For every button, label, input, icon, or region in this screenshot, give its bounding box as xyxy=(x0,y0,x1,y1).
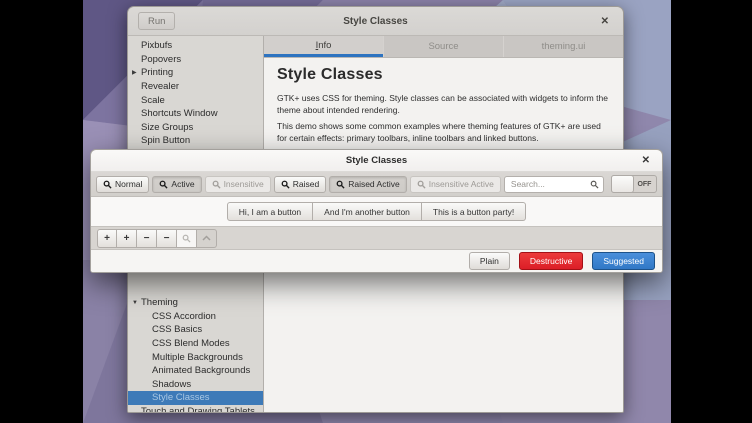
insensitive-button: Insensitive xyxy=(205,176,271,193)
run-button-label: Run xyxy=(148,16,165,27)
dialog-title: Style Classes xyxy=(91,155,662,166)
sidebar-top-group: Pixbufs Popovers ▶Printing Revealer Scal… xyxy=(128,36,263,148)
sidebar-item-shadows[interactable]: Shadows xyxy=(128,378,263,392)
raised-active-button[interactable]: Raised Active xyxy=(329,176,407,193)
tab-info[interactable]: Info xyxy=(264,36,383,57)
sidebar-bottom-group: ▼Theming CSS Accordion CSS Basics CSS Bl… xyxy=(128,296,263,413)
style-classes-dialog: Style Classes ✕ Normal Active Insensitiv… xyxy=(90,149,663,273)
inline-toolbar: + + − − xyxy=(91,226,662,250)
close-icon[interactable]: ✕ xyxy=(639,154,653,167)
add-button[interactable]: + xyxy=(117,229,137,248)
remove-button[interactable]: − xyxy=(137,229,157,248)
expander-icon[interactable]: ▼ xyxy=(132,300,138,306)
sidebar-item-style-classes[interactable]: Style Classes xyxy=(128,391,263,405)
off-switch[interactable]: OFF xyxy=(611,175,657,193)
sidebar-item-touch-and-drawing-tablets[interactable]: Touch and Drawing Tablets xyxy=(128,405,263,413)
sidebar-item-multiple-backgrounds[interactable]: Multiple Backgrounds xyxy=(128,350,263,364)
normal-button[interactable]: Normal xyxy=(96,176,149,193)
search-entry[interactable] xyxy=(504,176,604,193)
sidebar-item-css-accordion[interactable]: CSS Accordion xyxy=(128,310,263,324)
destructive-button[interactable]: Destructive xyxy=(519,252,584,270)
and-im-another-button[interactable]: And I'm another button xyxy=(313,202,422,221)
sidebar-item-css-blend-modes[interactable]: CSS Blend Modes xyxy=(128,337,263,351)
search-icon xyxy=(103,180,112,189)
raised-button[interactable]: Raised xyxy=(274,176,326,193)
sidebar-item-theming[interactable]: ▼Theming xyxy=(128,296,263,310)
suggested-button[interactable]: Suggested xyxy=(592,252,655,270)
active-button[interactable]: Active xyxy=(152,176,201,193)
search-icon xyxy=(212,180,221,189)
switch-off-label: OFF xyxy=(633,176,656,192)
chevron-up-button xyxy=(197,229,217,248)
tab-source[interactable]: Source xyxy=(383,36,503,57)
sidebar-item-css-basics[interactable]: CSS Basics xyxy=(128,323,263,337)
primary-toolbar: Normal Active Insensitive Raised Raised … xyxy=(91,172,662,197)
sidebar-item-scale[interactable]: Scale xyxy=(128,93,263,107)
insensitive-active-button: Insensitive Active xyxy=(410,176,501,193)
search-input[interactable] xyxy=(511,179,590,189)
run-button[interactable]: Run xyxy=(138,12,175,30)
dialog-headerbar: Style Classes ✕ xyxy=(91,150,662,172)
sidebar-item-revealer[interactable]: Revealer xyxy=(128,80,263,94)
info-paragraph-2: This demo shows some common examples whe… xyxy=(277,121,610,144)
sidebar-item-animated-backgrounds[interactable]: Animated Backgrounds xyxy=(128,364,263,378)
info-content: Style Classes GTK+ uses CSS for theming.… xyxy=(264,58,623,157)
search-icon xyxy=(590,180,599,189)
dialog-action-area: Plain Destructive Suggested xyxy=(91,250,662,272)
search-icon xyxy=(417,180,426,189)
add-button[interactable]: + xyxy=(97,229,117,248)
sidebar-item-pixbufs[interactable]: Pixbufs xyxy=(128,39,263,53)
chevron-up-icon xyxy=(202,235,211,241)
info-paragraph-1: GTK+ uses CSS for theming. Style classes… xyxy=(277,93,610,116)
close-icon[interactable]: ✕ xyxy=(597,14,613,29)
button-party-button[interactable]: This is a button party! xyxy=(422,202,526,221)
search-toggle-button[interactable] xyxy=(177,229,197,248)
linked-buttons: Hi, I am a button And I'm another button… xyxy=(227,202,526,221)
sidebar-item-spin-button[interactable]: Spin Button xyxy=(128,134,263,148)
search-icon xyxy=(182,234,191,243)
search-icon xyxy=(336,180,345,189)
plain-button[interactable]: Plain xyxy=(469,252,510,270)
switch-slider[interactable] xyxy=(611,175,634,193)
sidebar-item-shortcuts-window[interactable]: Shortcuts Window xyxy=(128,107,263,121)
linked-buttons-row: Hi, I am a button And I'm another button… xyxy=(91,197,662,226)
search-icon xyxy=(281,180,290,189)
sidebar-item-printing[interactable]: ▶Printing xyxy=(128,66,263,80)
sidebar-item-size-groups[interactable]: Size Groups xyxy=(128,121,263,135)
sidebar-item-popovers[interactable]: Popovers xyxy=(128,53,263,67)
search-icon xyxy=(159,180,168,189)
info-heading: Style Classes xyxy=(277,66,610,84)
remove-button[interactable]: − xyxy=(157,229,177,248)
notebook-tabbar: Info Source theming.ui xyxy=(264,36,623,58)
demo-headerbar: Run Style Classes ✕ xyxy=(128,7,623,36)
hi-i-am-a-button[interactable]: Hi, I am a button xyxy=(227,202,313,221)
expander-icon[interactable]: ▶ xyxy=(132,69,137,76)
tab-theming-ui[interactable]: theming.ui xyxy=(503,36,623,57)
demo-window-title: Style Classes xyxy=(128,16,623,27)
